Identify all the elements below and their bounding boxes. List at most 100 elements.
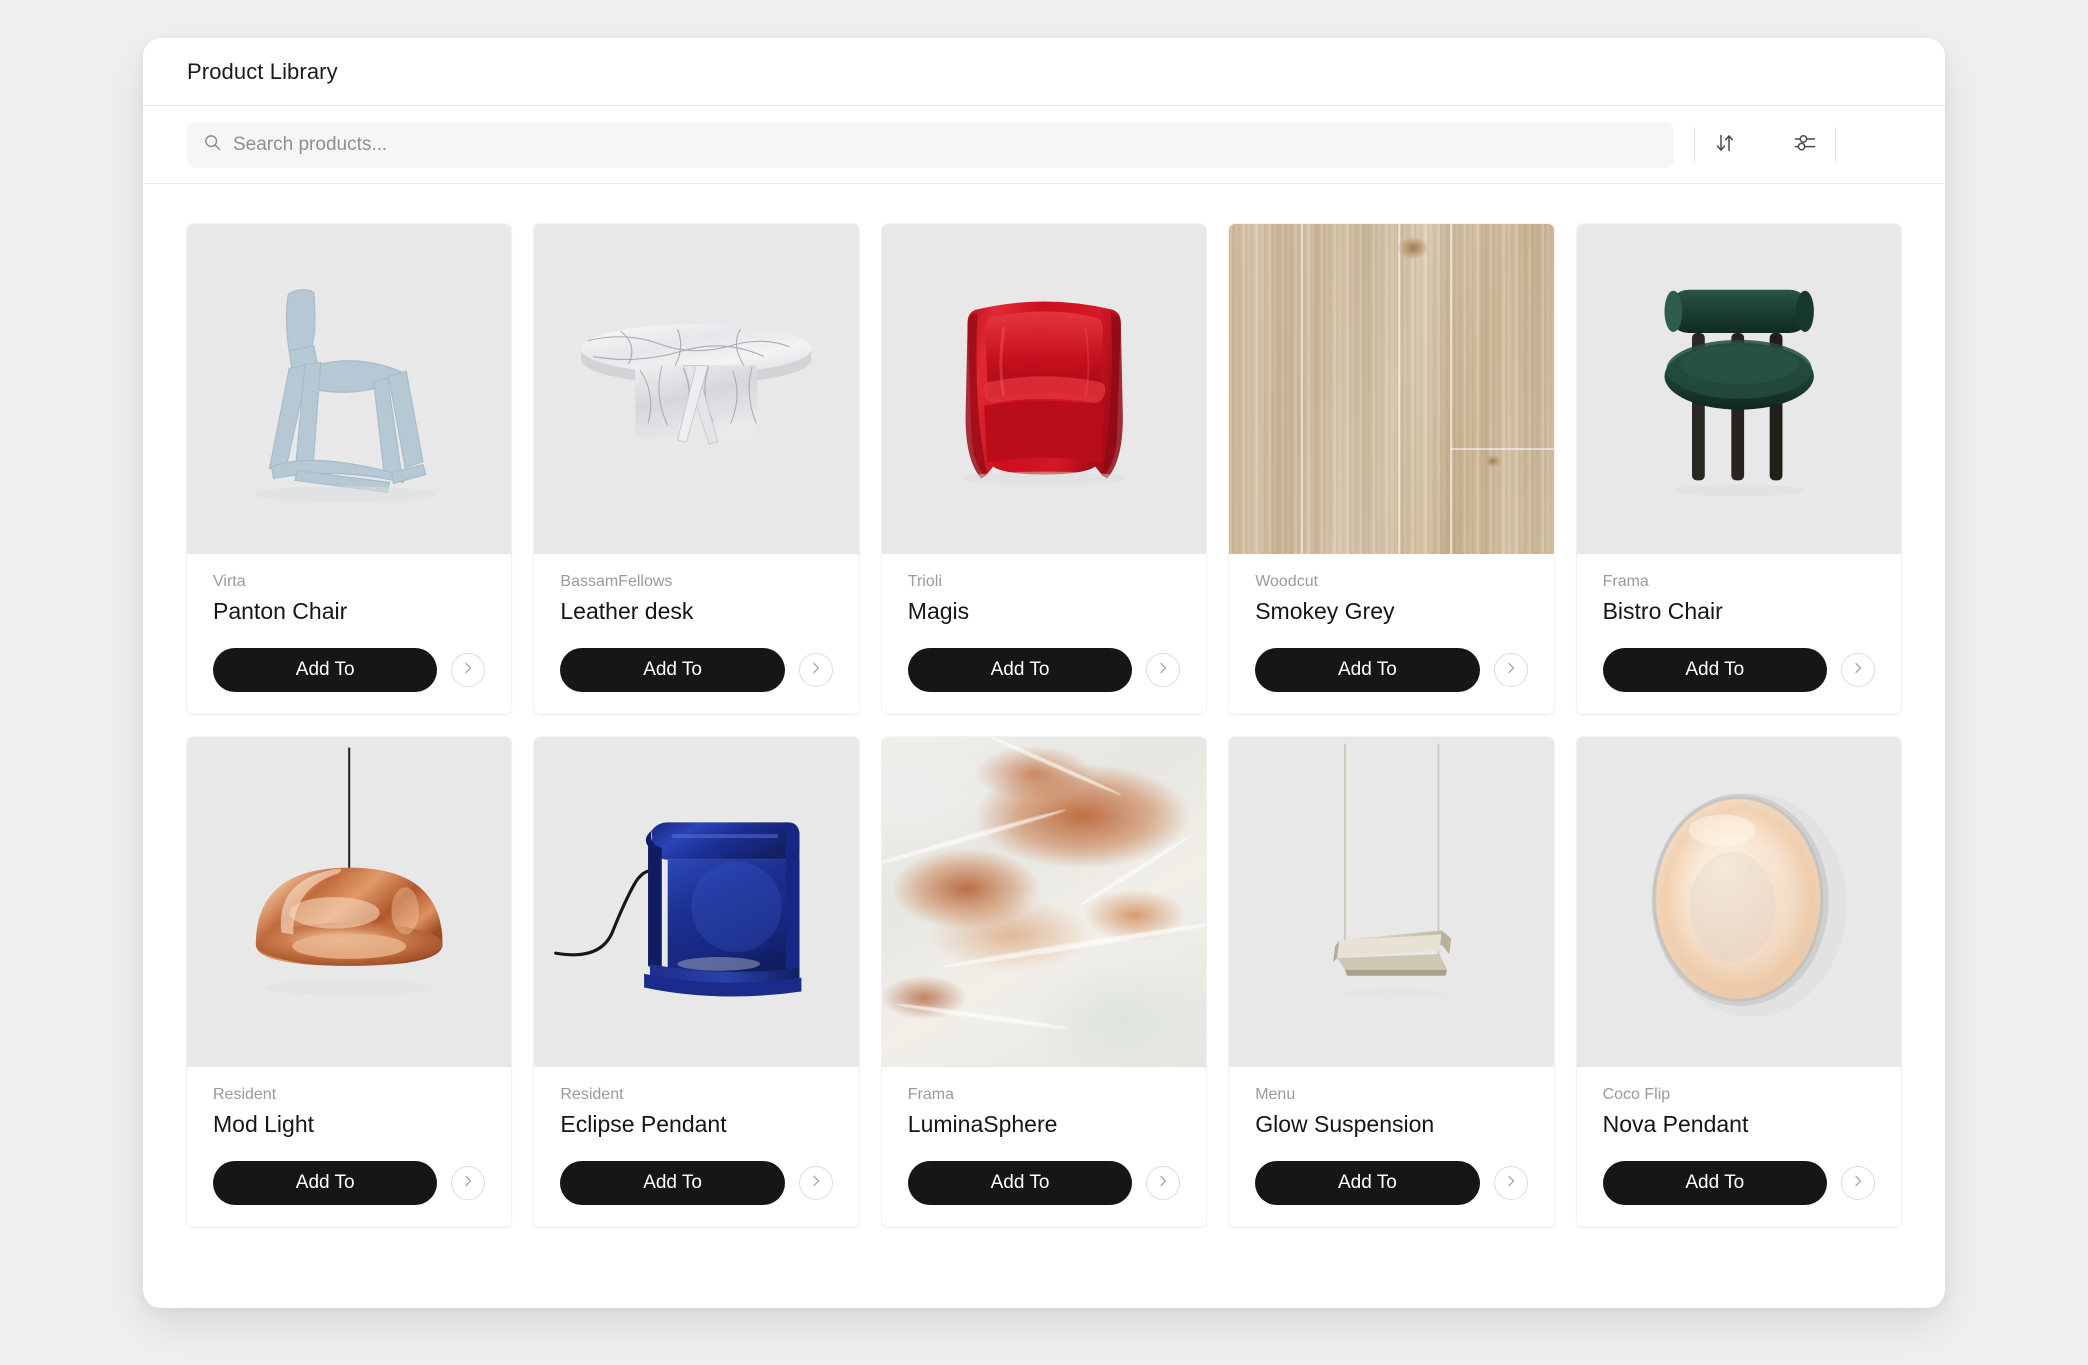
add-to-button[interactable]: Add To [907, 647, 1133, 692]
product-image [534, 736, 859, 1067]
product-library-window: Product Library Search products... Virta… [143, 38, 1945, 1308]
add-to-button[interactable]: Add To [213, 1160, 438, 1205]
product-card[interactable]: Resident Mod Light Add To [187, 736, 512, 1227]
wood-plank-seam [1300, 224, 1303, 554]
product-name: Leather desk [560, 598, 694, 625]
product-name: Glow Suspension [1255, 1111, 1435, 1138]
marble-table-icon [581, 324, 812, 445]
product-grid: Virta Panton Chair Add To BassamFellows … [187, 224, 1901, 1227]
product-image [881, 736, 1207, 1067]
product-info: Woodcut Smokey Grey Add To [1229, 554, 1553, 714]
product-image [534, 224, 859, 554]
product-card[interactable]: Frama Bistro Chair Add To [1576, 224, 1901, 714]
product-info: Frama LuminaSphere Add To [882, 1067, 1206, 1227]
window-titlebar: Product Library [143, 38, 1945, 106]
onyx-texture-icon [881, 736, 1207, 1067]
product-image [1229, 736, 1554, 1067]
product-actions: Add To [560, 647, 833, 692]
product-actions: Add To [907, 647, 1181, 692]
product-actions: Add To [1602, 647, 1875, 692]
product-image [1576, 736, 1901, 1067]
wood-plank-seam [1397, 224, 1400, 554]
chevron-right-icon [1155, 660, 1171, 679]
product-info: BassamFellows Leather desk Add To [534, 554, 858, 714]
chevron-right-icon [1850, 1173, 1866, 1192]
product-details-button[interactable] [1146, 652, 1181, 687]
product-info: Coco Flip Nova Pendant Add To [1577, 1067, 1901, 1227]
product-details-button[interactable] [1146, 1165, 1181, 1200]
product-brand: Woodcut [1255, 573, 1319, 590]
toolbar [143, 106, 1945, 184]
search-input[interactable] [233, 133, 1658, 156]
wood-knot [1397, 237, 1428, 260]
product-brand: BassamFellows [560, 573, 673, 590]
page-title: Product Library [187, 58, 338, 84]
chevron-right-icon [1155, 1173, 1171, 1192]
red-tub-chair-icon [961, 301, 1127, 486]
product-details-button[interactable] [451, 1165, 486, 1200]
product-card[interactable]: Woodcut Smokey Grey Add To [1229, 224, 1554, 714]
product-card[interactable]: Trioli Magis Add To [881, 224, 1207, 714]
product-name: Panton Chair [213, 598, 348, 625]
product-info: Menu Glow Suspension Add To [1229, 1067, 1553, 1227]
add-to-button[interactable]: Add To [560, 647, 785, 692]
product-actions: Add To [907, 1160, 1181, 1205]
toolbar-actions [1694, 123, 1836, 167]
product-details-button[interactable] [1493, 652, 1528, 687]
product-brand: Resident [213, 1085, 277, 1103]
add-to-button[interactable]: Add To [1255, 647, 1480, 692]
add-to-button[interactable]: Add To [213, 647, 438, 692]
add-to-button[interactable]: Add To [560, 1160, 785, 1205]
product-card[interactable]: Frama LuminaSphere Add To [881, 736, 1207, 1227]
product-info: Frama Bistro Chair Add To [1577, 554, 1901, 714]
product-card[interactable]: Virta Panton Chair Add To [187, 224, 512, 714]
chevron-right-icon [1503, 660, 1519, 679]
product-image [1576, 224, 1901, 554]
product-brand: Frama [1602, 573, 1649, 590]
product-brand: Resident [560, 1085, 624, 1103]
product-details-button[interactable] [1840, 1165, 1875, 1200]
filter-button[interactable] [1775, 123, 1835, 167]
toolbar-divider-right [1835, 126, 1836, 163]
chevron-right-icon [460, 660, 476, 679]
product-card[interactable]: BassamFellows Leather desk Add To [534, 224, 859, 714]
product-info: Resident Eclipse Pendant Add To [534, 1067, 858, 1227]
product-name: Eclipse Pendant [560, 1111, 727, 1138]
product-image [187, 224, 512, 554]
filter-sliders-icon [1792, 130, 1818, 159]
product-image [1229, 224, 1554, 554]
product-details-button[interactable] [1493, 1165, 1528, 1200]
sort-arrows-icon [1712, 130, 1738, 159]
product-actions: Add To [213, 647, 486, 692]
product-card[interactable]: Resident Eclipse Pendant Add To [534, 736, 859, 1227]
product-info: Trioli Magis Add To [882, 554, 1206, 714]
product-brand: Menu [1255, 1085, 1296, 1103]
product-details-button[interactable] [798, 652, 833, 687]
product-brand: Coco Flip [1602, 1085, 1671, 1103]
product-name: Nova Pendant [1602, 1111, 1749, 1138]
product-details-button[interactable] [1840, 652, 1875, 687]
product-card[interactable]: Menu Glow Suspension Add To [1229, 736, 1554, 1227]
copper-pendant-icon [255, 747, 443, 996]
product-details-button[interactable] [451, 652, 486, 687]
wood-plank-seam [1449, 448, 1554, 451]
product-brand: Frama [907, 1085, 955, 1103]
add-to-button[interactable]: Add To [1255, 1160, 1480, 1205]
product-name: LuminaSphere [907, 1111, 1058, 1138]
oak-wood-texture-icon [1229, 224, 1554, 554]
product-actions: Add To [1255, 1160, 1528, 1205]
chevron-right-icon [808, 660, 824, 679]
product-name: Mod Light [213, 1111, 315, 1138]
product-image [881, 224, 1207, 554]
add-to-button[interactable]: Add To [907, 1160, 1133, 1205]
sort-button[interactable] [1695, 123, 1755, 167]
add-to-button[interactable]: Add To [1602, 647, 1827, 692]
disc-wall-light-icon [1651, 792, 1846, 1017]
add-to-button[interactable]: Add To [1602, 1160, 1827, 1205]
search-field[interactable] [187, 121, 1674, 168]
product-card[interactable]: Coco Flip Nova Pendant Add To [1576, 736, 1901, 1227]
product-brand: Virta [213, 573, 246, 590]
product-details-button[interactable] [798, 1165, 833, 1200]
chevron-right-icon [1850, 660, 1866, 679]
product-actions: Add To [1602, 1160, 1875, 1205]
